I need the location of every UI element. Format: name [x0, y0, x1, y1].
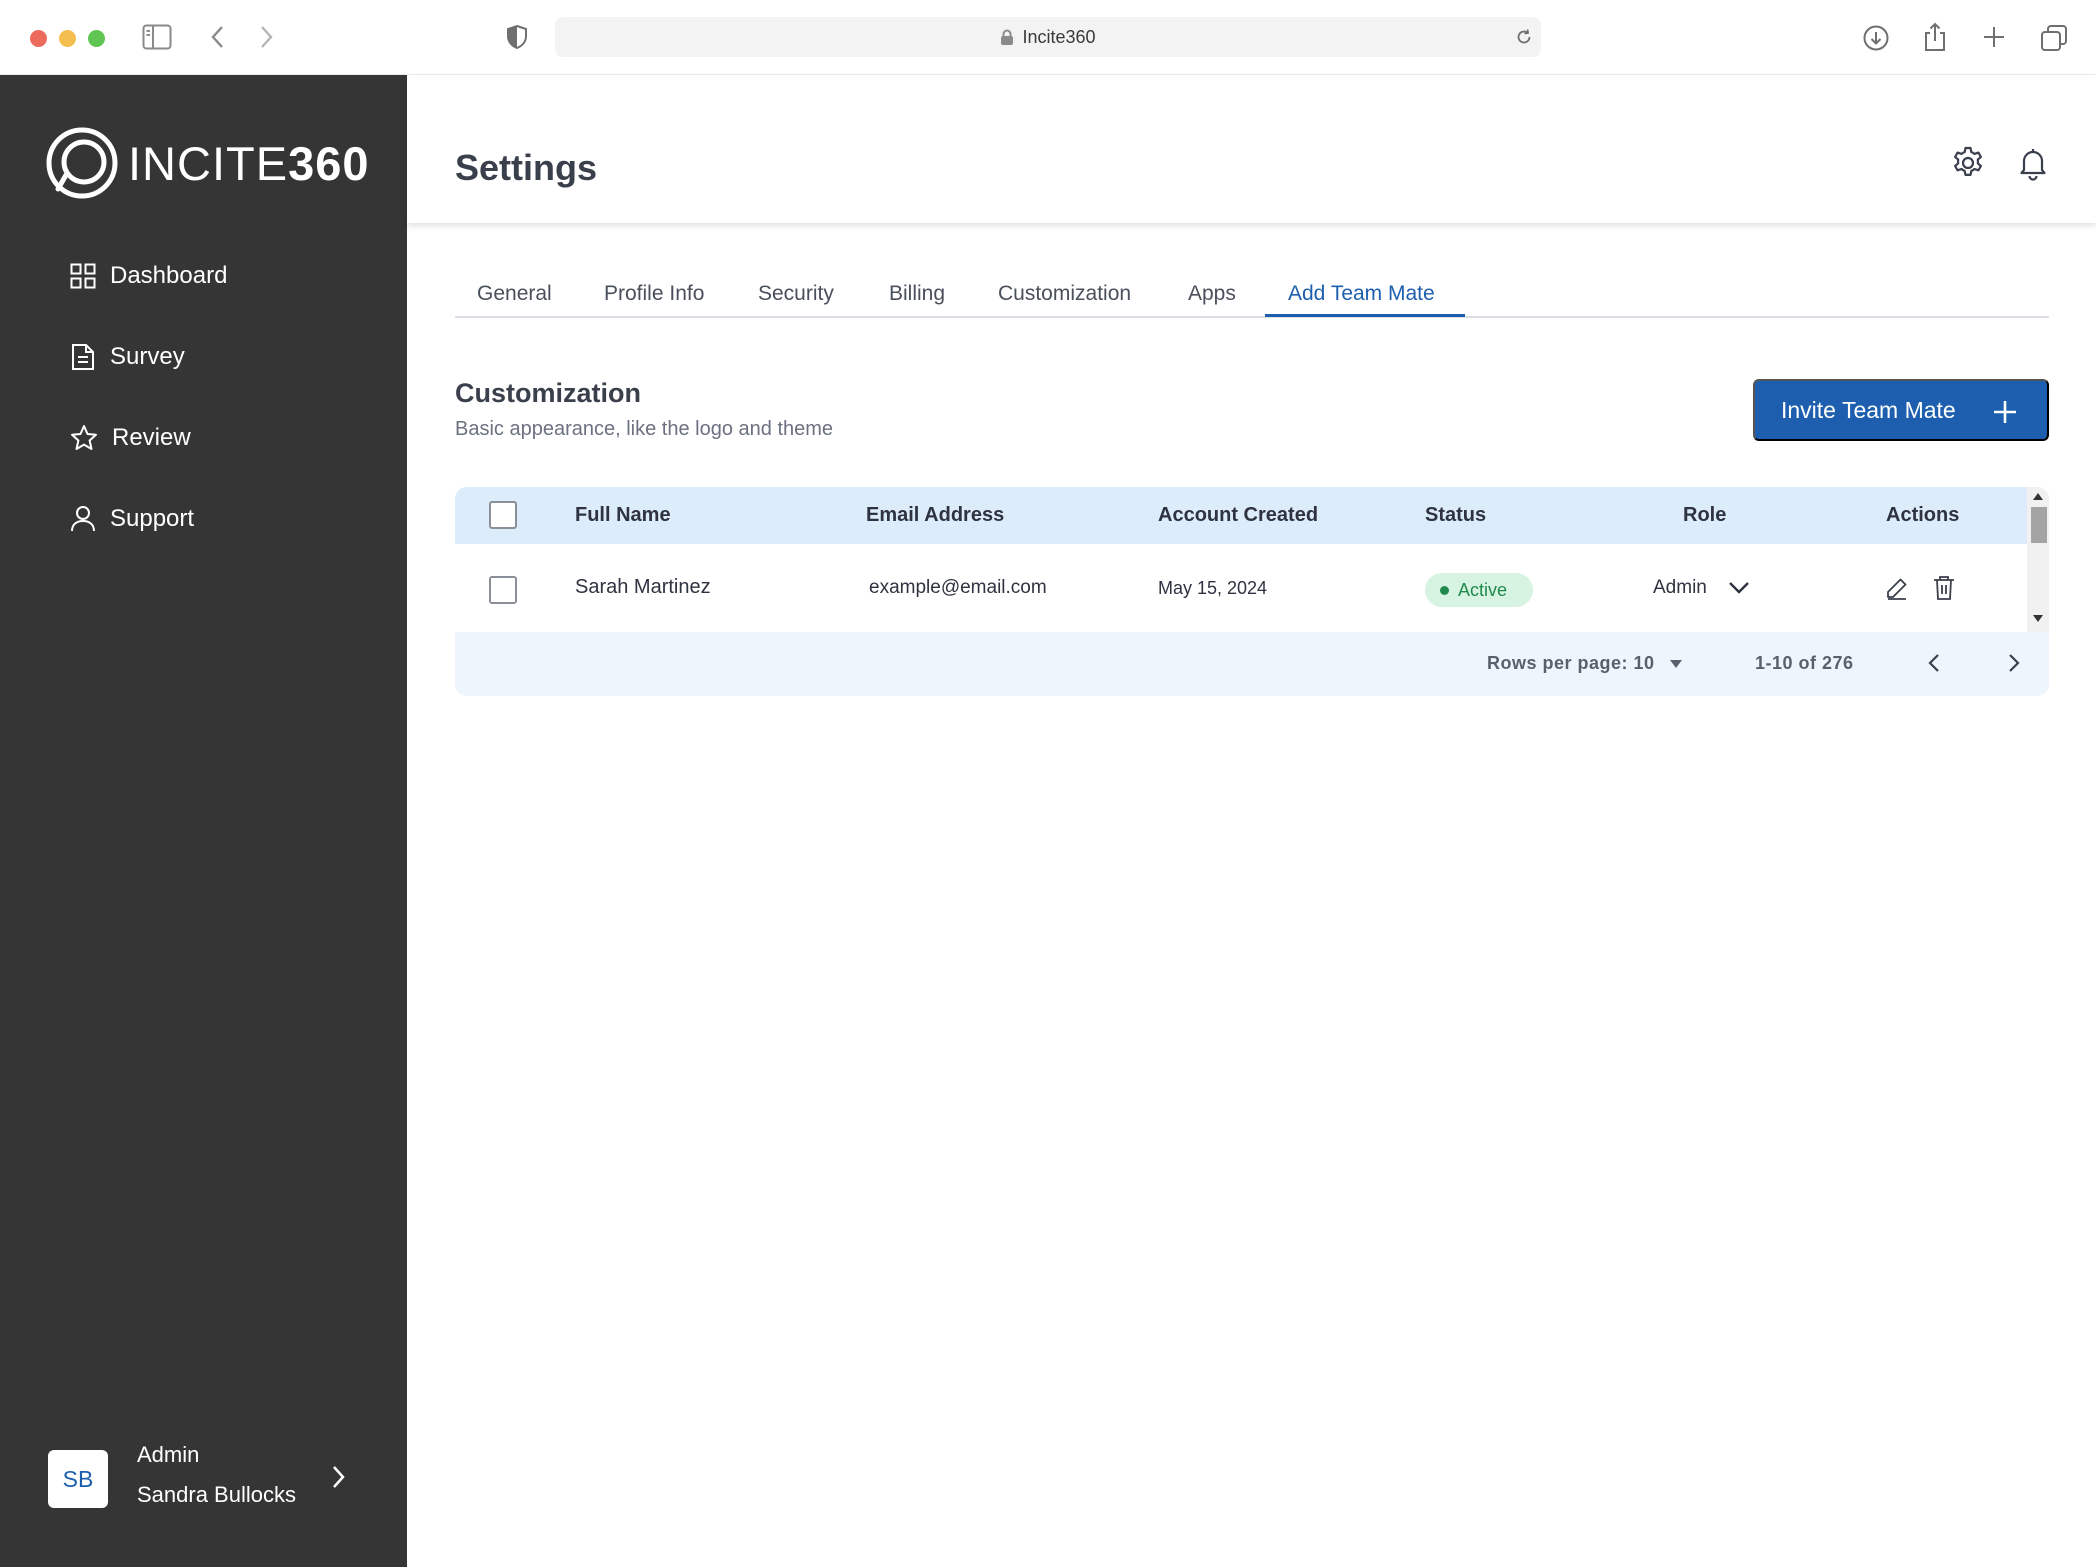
- gear-icon[interactable]: [1950, 145, 1986, 186]
- role-select[interactable]: Admin: [1653, 577, 1707, 599]
- plus-icon: [1994, 401, 2016, 423]
- table-scrollbar[interactable]: [2027, 487, 2049, 632]
- user-role: Admin: [137, 1442, 200, 1467]
- column-full-name[interactable]: Full Name: [575, 504, 671, 527]
- table-row[interactable]: Sarah Martinez example@email.com May 15,…: [455, 544, 2027, 632]
- column-role[interactable]: Role: [1683, 504, 1726, 527]
- zoom-window-button[interactable]: [88, 30, 105, 47]
- sidebar-item-review[interactable]: Review: [70, 418, 191, 458]
- scrollbar-thumb[interactable]: [2031, 507, 2047, 543]
- rows-per-page-label: Rows per page: 10: [1487, 653, 1655, 673]
- share-icon[interactable]: [1922, 22, 1948, 52]
- role-value: Admin: [1653, 577, 1707, 598]
- scroll-down-icon[interactable]: [2033, 615, 2043, 622]
- shield-icon[interactable]: [506, 24, 528, 50]
- tab-profile-info[interactable]: Profile Info: [604, 282, 704, 306]
- rows-per-page-select[interactable]: Rows per page: 10: [1487, 653, 1655, 674]
- user-icon: [71, 506, 95, 532]
- page-header: Settings: [407, 75, 2096, 223]
- avatar: SB: [48, 1450, 108, 1508]
- tab-add-team-mate[interactable]: Add Team Mate: [1288, 282, 1435, 306]
- select-all-checkbox[interactable]: [489, 501, 517, 529]
- sidebar: INCITE360 Dashboard Survey Review Suppor…: [0, 75, 407, 1567]
- cell-full-name: Sarah Martinez: [575, 576, 711, 598]
- user-name: Sandra Bullocks: [137, 1482, 296, 1507]
- sidebar-item-label: Support: [110, 505, 195, 532]
- lock-icon: [1001, 29, 1014, 45]
- column-status[interactable]: Status: [1425, 504, 1486, 527]
- sidebar-item-survey[interactable]: Survey: [70, 337, 185, 377]
- tab-customization[interactable]: Customization: [998, 282, 1131, 306]
- settings-tabs: General Profile Info Security Billing Cu…: [455, 278, 2049, 318]
- status-dot: [1440, 585, 1449, 595]
- team-table: Full Name Email Address Account Created …: [455, 487, 2049, 696]
- bell-icon[interactable]: [2015, 145, 2051, 186]
- forward-icon[interactable]: [258, 25, 274, 49]
- pagination-range: 1-10 of 276: [1755, 653, 1854, 673]
- section-subtitle: Basic appearance, like the logo and them…: [455, 418, 834, 440]
- previous-page-icon[interactable]: [1928, 653, 1940, 673]
- sidebar-toggle-icon[interactable]: [142, 24, 172, 50]
- tab-apps[interactable]: Apps: [1188, 282, 1236, 306]
- sidebar-item-label: Survey: [110, 343, 185, 370]
- document-icon: [72, 344, 94, 370]
- column-email-address[interactable]: Email Address: [866, 504, 1004, 527]
- new-tab-icon[interactable]: [1982, 25, 2006, 49]
- row-checkbox[interactable]: [489, 576, 517, 604]
- download-icon[interactable]: [1862, 24, 1890, 52]
- status-badge: Active: [1425, 573, 1533, 607]
- back-icon[interactable]: [210, 25, 226, 49]
- reload-icon[interactable]: [1515, 28, 1533, 46]
- chevron-down-icon[interactable]: [1728, 581, 1750, 595]
- logo-mark-icon: [46, 127, 118, 199]
- edit-icon[interactable]: [1885, 576, 1909, 600]
- caret-down-icon[interactable]: [1670, 660, 1682, 668]
- section-title: Customization: [455, 378, 641, 408]
- cell-email: example@email.com: [869, 577, 1047, 598]
- status-label: Active: [1458, 579, 1508, 600]
- tab-overview-icon[interactable]: [2040, 24, 2068, 52]
- sidebar-item-support[interactable]: Support: [70, 499, 194, 539]
- minimize-window-button[interactable]: [59, 30, 76, 47]
- star-icon: [71, 425, 97, 450]
- table-pagination: Rows per page: 10 1-10 of 276: [455, 632, 2049, 696]
- url-text: Incite360: [1022, 26, 1096, 47]
- column-account-created[interactable]: Account Created: [1158, 504, 1318, 527]
- browser-toolbar: Incite360: [0, 0, 2096, 75]
- column-actions: Actions: [1886, 504, 1960, 526]
- tab-security[interactable]: Security: [758, 282, 834, 306]
- invite-button-label: Invite Team Mate: [1781, 396, 1956, 423]
- brand-logo[interactable]: INCITE360: [46, 127, 369, 199]
- sidebar-item-label: Review: [112, 424, 191, 451]
- address-bar[interactable]: Incite360: [555, 17, 1541, 57]
- table-header: Full Name Email Address Account Created …: [455, 487, 2027, 544]
- chevron-right-icon[interactable]: [330, 1464, 346, 1490]
- user-profile-card[interactable]: SB Admin Sandra Bullocks: [48, 1442, 368, 1512]
- active-tab-indicator: [1265, 314, 1465, 317]
- grid-icon: [70, 263, 96, 289]
- cell-account-created: May 15, 2024: [1158, 578, 1268, 598]
- trash-icon[interactable]: [1933, 575, 1955, 601]
- brand-name: INCITE360: [128, 136, 370, 190]
- invite-team-mate-button[interactable]: Invite Team Mate: [1753, 379, 2049, 441]
- tab-general[interactable]: General: [477, 282, 552, 306]
- close-window-button[interactable]: [30, 30, 47, 47]
- sidebar-item-dashboard[interactable]: Dashboard: [70, 256, 227, 296]
- page-title: Settings: [455, 147, 598, 188]
- tab-billing[interactable]: Billing: [889, 282, 945, 306]
- next-page-icon[interactable]: [2008, 653, 2020, 673]
- sidebar-item-label: Dashboard: [110, 262, 228, 289]
- scroll-up-icon[interactable]: [2033, 493, 2043, 500]
